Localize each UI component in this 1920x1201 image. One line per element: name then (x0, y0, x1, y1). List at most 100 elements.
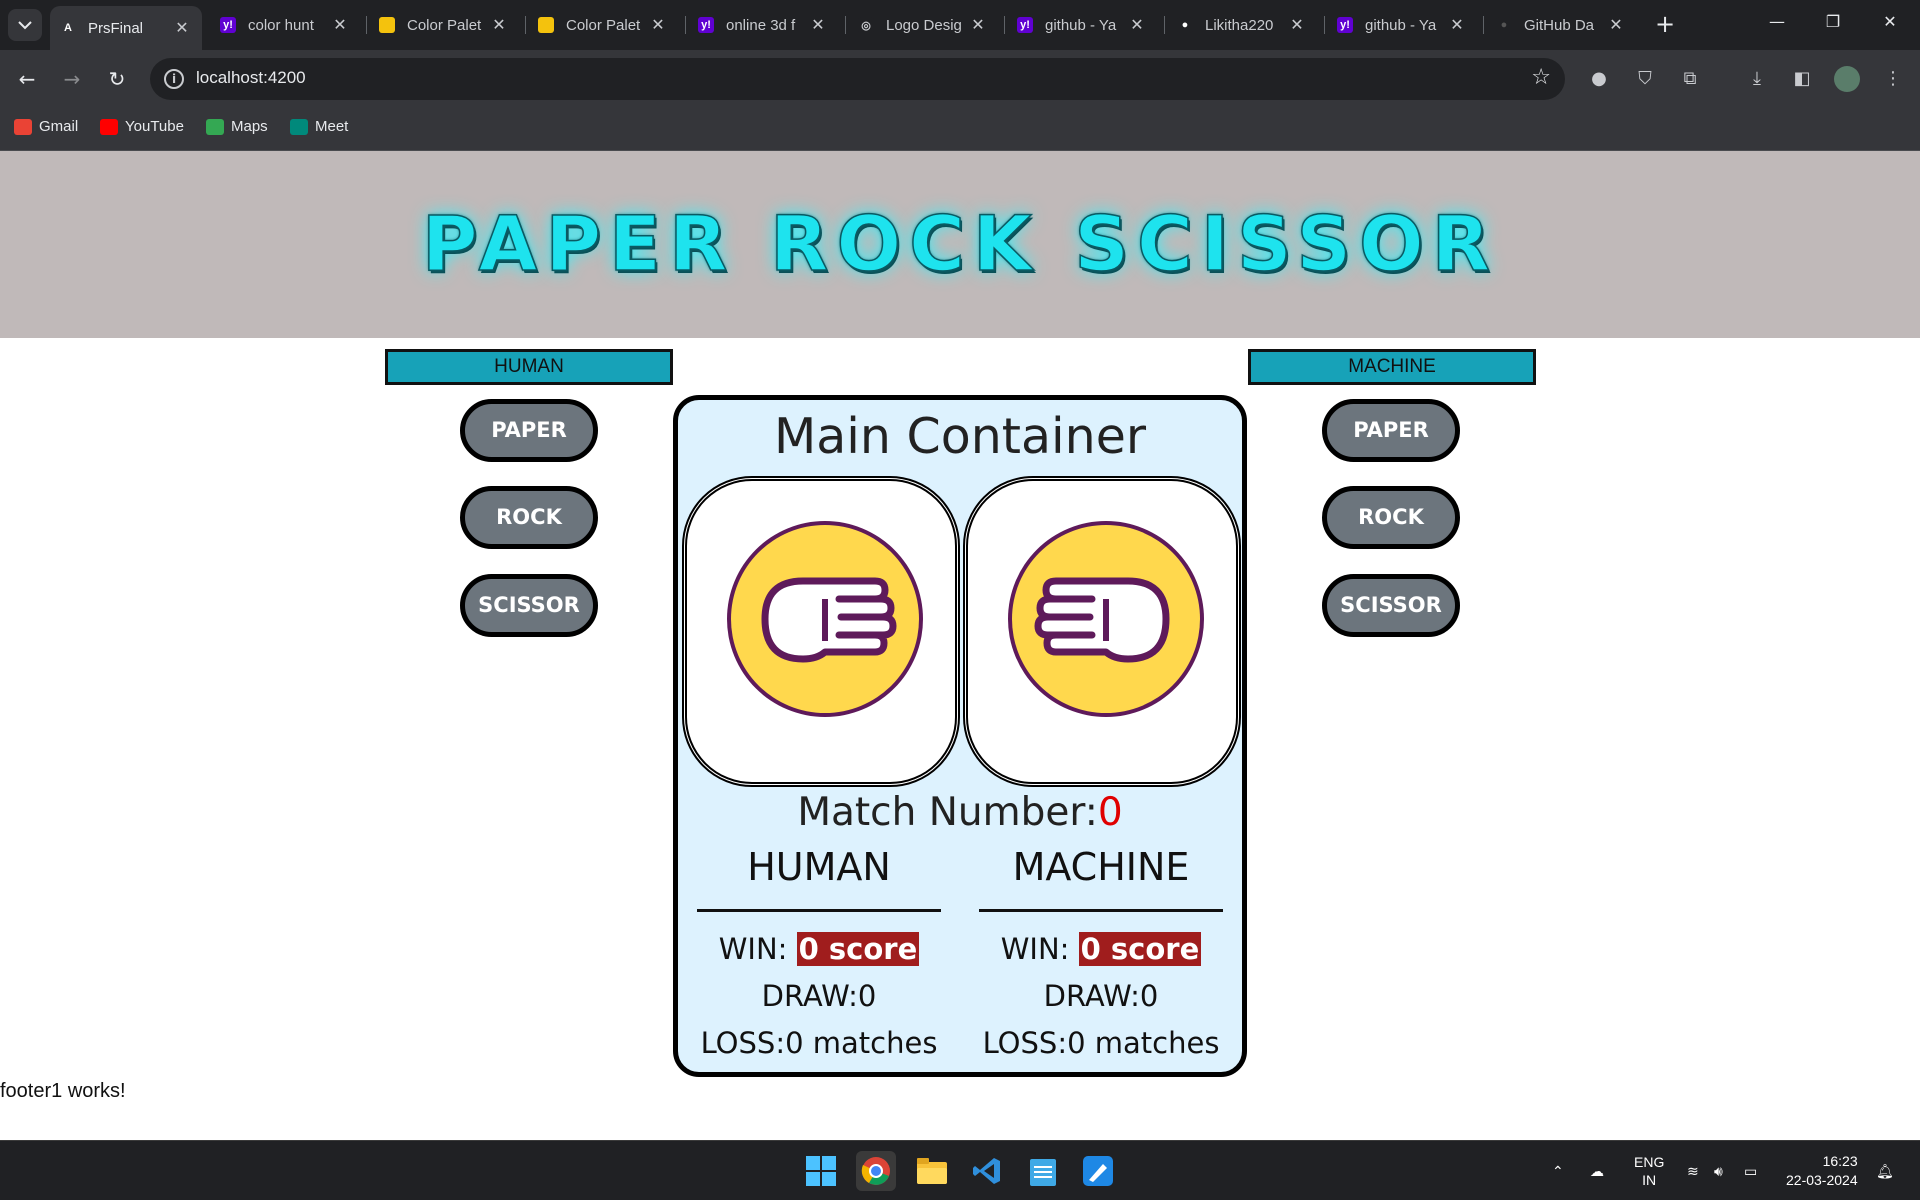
tab-favicon-icon: A (60, 20, 76, 36)
battery-icon[interactable]: ▭ (1744, 1141, 1757, 1201)
human-choice-card (682, 476, 960, 787)
tab-close-icon[interactable]: ✕ (968, 15, 988, 35)
paper-hand-icon (727, 521, 923, 717)
back-icon[interactable]: ← (12, 64, 42, 94)
minimize-icon[interactable]: — (1757, 12, 1797, 31)
human-paper-button[interactable]: PAPER (460, 399, 598, 462)
onedrive-icon[interactable]: ☁ (1590, 1141, 1604, 1201)
side-panel-icon[interactable]: ◧ (1789, 66, 1815, 92)
browser-tab[interactable]: ● Likitha220 ✕ (1167, 8, 1317, 42)
paper-hand-icon (1008, 521, 1204, 717)
download-icon[interactable]: ⤓ (1744, 66, 1770, 92)
machine-heading: MACHINE (1012, 845, 1190, 889)
tab-close-icon[interactable]: ✕ (1447, 15, 1467, 35)
new-tab-button[interactable]: + (1650, 10, 1680, 40)
tab-close-icon[interactable]: ✕ (172, 18, 192, 38)
notification-bell-icon[interactable]: 🔔︎ (1876, 1141, 1894, 1201)
bookmark-youtube[interactable]: YouTube (100, 118, 184, 135)
browser-tab[interactable]: Color Palet ✕ (369, 8, 519, 42)
tab-separator (1324, 16, 1325, 34)
tab-close-icon[interactable]: ✕ (330, 15, 350, 35)
footer-text: footer1 works! (0, 1080, 126, 1102)
browser-tab[interactable]: ◎ Logo Desig ✕ (848, 8, 998, 42)
bookmark-label: Maps (231, 118, 268, 135)
tab-favicon-icon: ● (1496, 17, 1512, 33)
tab-search-button[interactable] (8, 9, 42, 41)
browser-tab[interactable]: A PrsFinal ✕ (50, 6, 202, 50)
tab-title: Color Palet (566, 16, 641, 34)
bookmark-maps[interactable]: Maps (206, 118, 268, 135)
human-win: WIN: 0 score (697, 926, 941, 973)
tab-separator (845, 16, 846, 34)
main-container: Main Container Match Number:0 HUMAN WIN:… (673, 395, 1247, 1077)
windows-start-icon[interactable] (801, 1151, 841, 1191)
browser-tab[interactable]: y! github - Ya ✕ (1327, 8, 1477, 42)
browser-tab[interactable]: y! color hunt ✕ (210, 8, 360, 42)
tab-close-icon[interactable]: ✕ (648, 15, 668, 35)
match-number-value: 0 (1097, 790, 1123, 835)
menu-icon[interactable]: ⋮ (1880, 66, 1906, 92)
human-loss: LOSS:0 matches (700, 1026, 938, 1060)
extension-icon[interactable]: ● (1586, 66, 1612, 92)
tab-close-icon[interactable]: ✕ (1127, 15, 1147, 35)
bookmark-label: Meet (315, 118, 349, 135)
notepad-icon[interactable] (1023, 1151, 1063, 1191)
gmail-icon (14, 118, 32, 135)
browser-tab[interactable]: ● GitHub Da ✕ (1486, 8, 1636, 42)
forward-icon[interactable]: → (57, 64, 87, 94)
bookmark-meet[interactable]: Meet (290, 118, 348, 135)
tab-close-icon[interactable]: ✕ (489, 15, 509, 35)
tab-title: GitHub Da (1524, 16, 1595, 34)
machine-win: WIN: 0 score (979, 926, 1223, 973)
tab-title: Logo Desig (886, 16, 962, 34)
browser-tab[interactable]: y! github - Ya ✕ (1007, 8, 1157, 42)
extensions-puzzle-icon[interactable]: ⧉ (1677, 66, 1703, 92)
paint-app-icon[interactable] (1078, 1151, 1118, 1191)
file-explorer-icon[interactable] (912, 1151, 952, 1191)
clock[interactable]: 16:23 22-03-2024 (1786, 1141, 1858, 1201)
taskbar: ⌃ ☁ ENG IN ≋ 🔊︎ ▭ 16:23 22-03-2024 🔔︎ (0, 1140, 1920, 1200)
machine-label: MACHINE (1248, 349, 1536, 385)
tab-title: github - Ya (1365, 16, 1437, 34)
tab-close-icon[interactable]: ✕ (1606, 15, 1626, 35)
machine-draw: DRAW:0 (1043, 979, 1159, 1013)
tab-separator (685, 16, 686, 34)
tab-close-icon[interactable]: ✕ (808, 15, 828, 35)
volume-icon[interactable]: 🔊︎ (1714, 1141, 1723, 1201)
meet-icon (290, 118, 308, 135)
machine-win-score: 0 score (1078, 932, 1202, 966)
chrome-app-icon[interactable] (856, 1151, 896, 1191)
language-indicator[interactable]: ENG IN (1634, 1141, 1664, 1201)
machine-rock-button[interactable]: ROCK (1322, 486, 1460, 549)
language-code: ENG (1634, 1154, 1665, 1170)
tab-close-icon[interactable]: ✕ (1287, 15, 1307, 35)
machine-loss: LOSS:0 matches (982, 1026, 1220, 1060)
address-bar[interactable]: i localhost:4200 ☆ (150, 58, 1565, 100)
human-rock-button[interactable]: ROCK (460, 486, 598, 549)
machine-scissor-button[interactable]: SCISSOR (1322, 574, 1460, 637)
site-info-icon[interactable]: i (164, 69, 184, 89)
tray-chevron-icon[interactable]: ⌃ (1552, 1141, 1564, 1201)
divider (697, 909, 941, 912)
vscode-icon[interactable] (967, 1151, 1007, 1191)
profile-avatar[interactable] (1834, 66, 1860, 92)
tab-separator (1004, 16, 1005, 34)
bookmark-gmail[interactable]: Gmail (14, 118, 78, 135)
main-container-title: Main Container (774, 408, 1146, 465)
restore-icon[interactable]: ❐ (1813, 12, 1853, 31)
browser-tab[interactable]: y! online 3d f ✕ (688, 8, 838, 42)
browser-tab[interactable]: Color Palet ✕ (528, 8, 678, 42)
wifi-icon[interactable]: ≋ (1687, 1141, 1699, 1201)
human-scissor-button[interactable]: SCISSOR (460, 574, 598, 637)
shield-icon[interactable]: ⛉ (1632, 66, 1658, 92)
tab-favicon-icon: y! (1017, 17, 1033, 33)
close-window-icon[interactable]: ✕ (1870, 12, 1910, 31)
tab-separator (525, 16, 526, 34)
tab-favicon-icon (379, 17, 395, 33)
match-number: Match Number:0 (678, 790, 1242, 835)
bookmark-star-icon[interactable]: ☆ (1531, 65, 1551, 90)
tab-title: github - Ya (1045, 16, 1117, 34)
machine-paper-button[interactable]: PAPER (1322, 399, 1460, 462)
reload-icon[interactable]: ↻ (102, 64, 132, 94)
maps-icon (206, 118, 224, 135)
